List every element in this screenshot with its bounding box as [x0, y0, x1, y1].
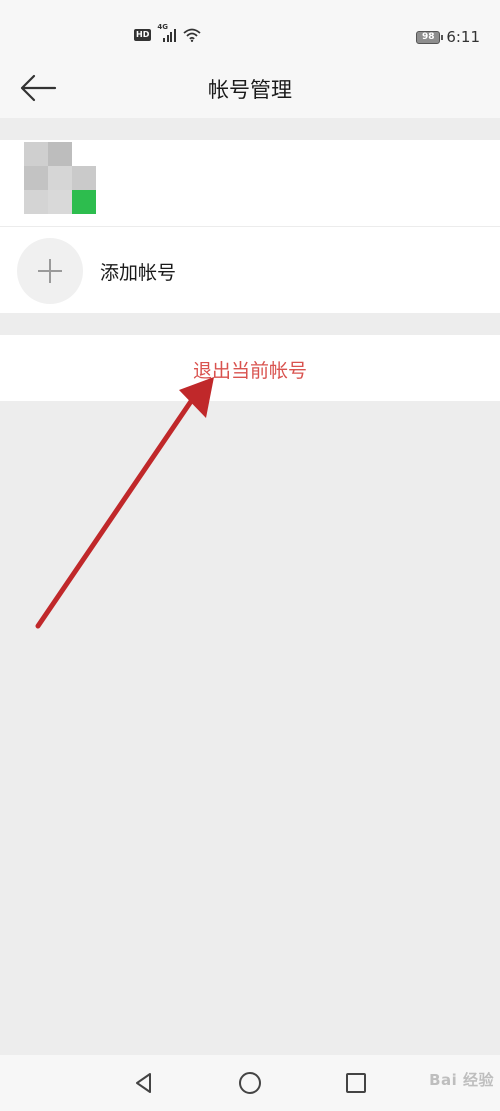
hd-badge: HD [134, 29, 152, 41]
signal-icon: 4G [157, 23, 177, 42]
system-nav-bar: Bai 经验 [0, 1055, 500, 1111]
home-circle-icon [239, 1072, 261, 1094]
system-home-button[interactable] [236, 1069, 264, 1097]
top-nav-bar: 帐号管理 [0, 58, 500, 118]
plus-icon [38, 259, 62, 283]
divider [0, 226, 500, 227]
status-bar: HD 4G 98 6:11 [0, 0, 500, 58]
system-back-button[interactable] [130, 1069, 158, 1097]
add-account-avatar [17, 238, 83, 304]
battery-level: 98 [422, 31, 435, 42]
logout-button[interactable]: 退出当前帐号 [0, 335, 500, 401]
avatar [24, 142, 96, 214]
battery-icon: 98 [416, 30, 444, 44]
watermark: Bai 经验 [429, 1071, 494, 1089]
add-account-label: 添加帐号 [100, 262, 177, 284]
status-left: HD 4G [134, 23, 201, 42]
logout-label: 退出当前帐号 [192, 360, 307, 382]
status-right: 98 6:11 [416, 28, 480, 46]
status-time: 6:11 [446, 28, 480, 46]
system-recents-button[interactable] [342, 1069, 370, 1097]
page-title: 帐号管理 [208, 78, 292, 102]
wifi-icon [183, 28, 201, 42]
add-account-row[interactable]: 添加帐号 [0, 227, 500, 313]
back-triangle-icon [136, 1073, 151, 1093]
current-account-row[interactable] [0, 140, 500, 227]
recents-square-icon [346, 1073, 366, 1093]
